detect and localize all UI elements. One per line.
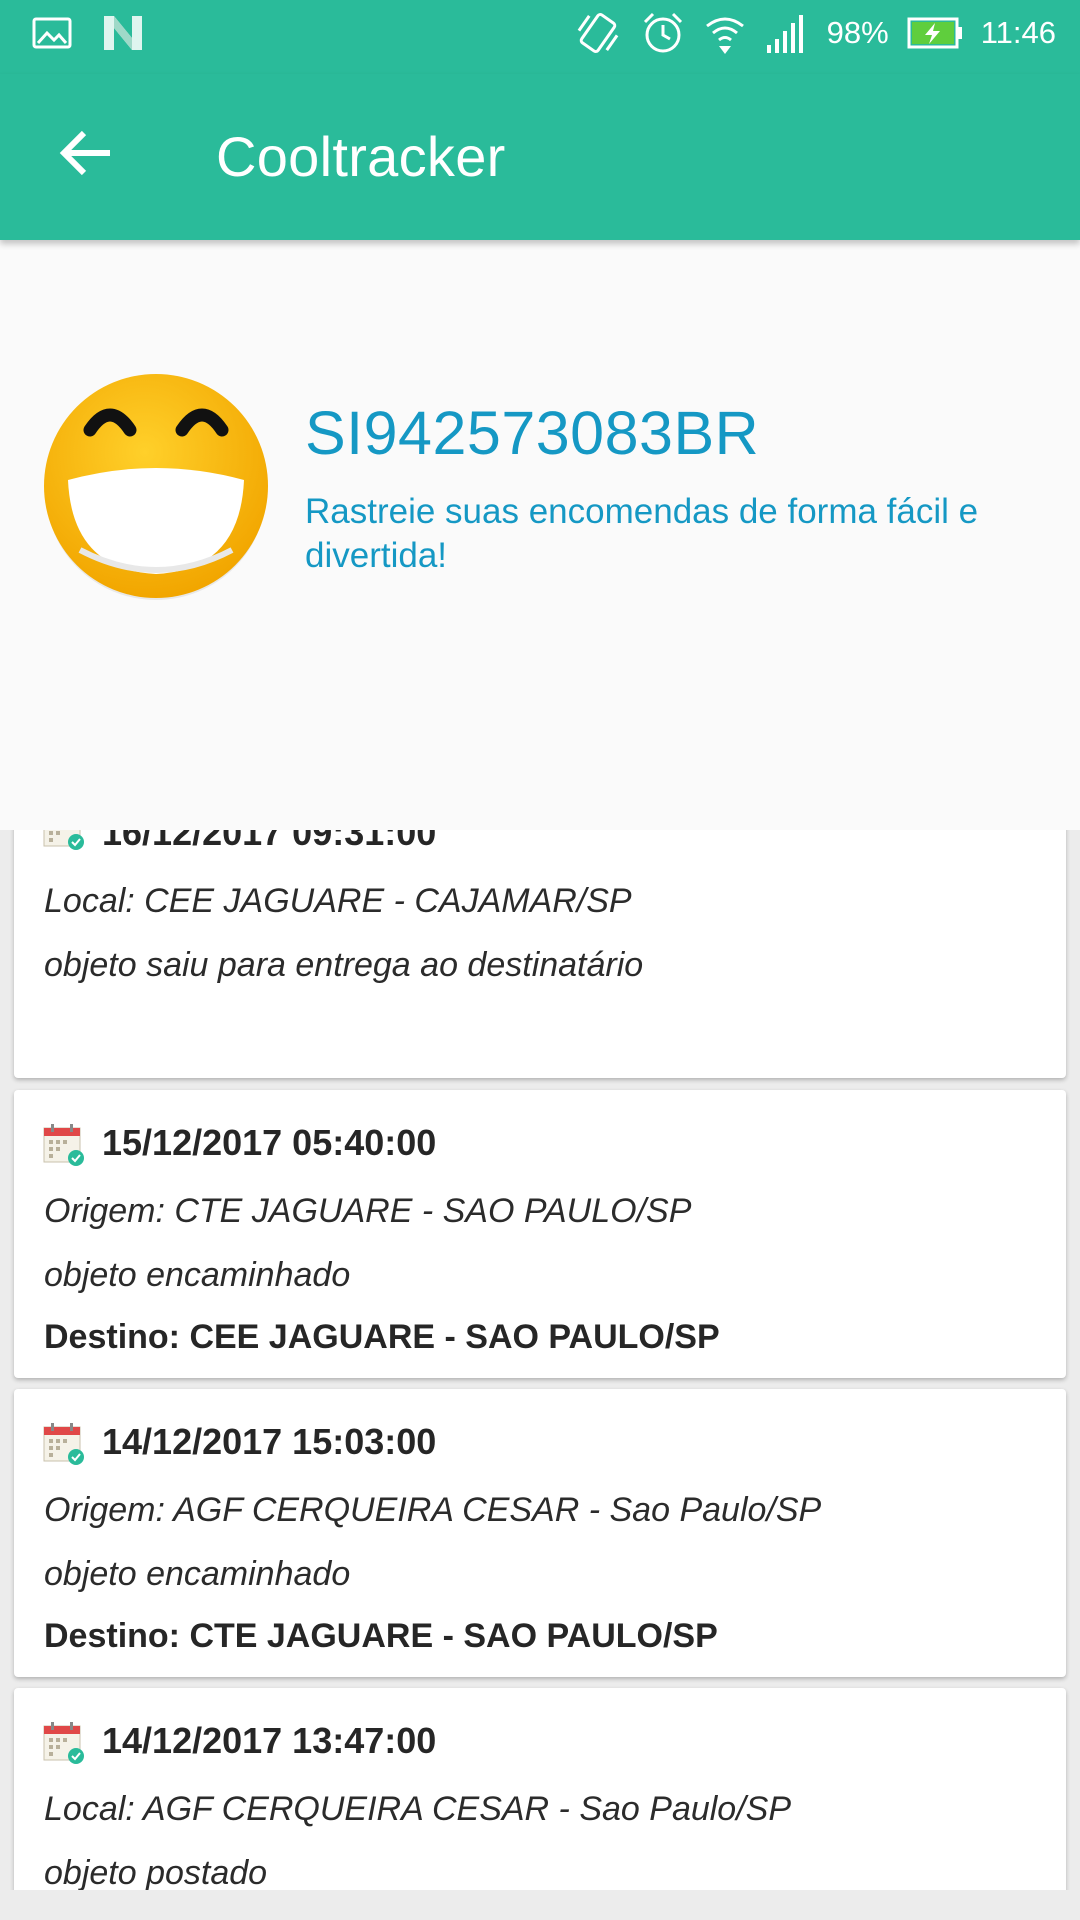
tracking-header: SI942573083BR Rastreie suas encomendas d… <box>0 240 1080 830</box>
event-status: objeto postado <box>44 1854 268 1892</box>
event-datetime: 15/12/2017 05:40:00 <box>102 1122 437 1163</box>
alarm-icon <box>641 10 685 56</box>
arrow-left-icon <box>59 130 110 176</box>
event-destination: Destino: CEE JAGUARE - SAO PAULO/SP <box>44 1318 720 1356</box>
image-icon <box>32 16 72 50</box>
event-status: objeto encaminhado <box>44 1555 351 1593</box>
event-status: objeto saiu para entrega ao destinatário <box>44 946 644 984</box>
calendar-check-icon <box>43 1423 84 1465</box>
battery-percent: 98% <box>826 15 889 50</box>
event-location: Origem: CTE JAGUARE - SAO PAULO/SP <box>44 1192 692 1230</box>
clock: 11:46 <box>980 15 1056 50</box>
status-bar: 98% 11:46 <box>0 0 1080 74</box>
calendar-check-icon <box>43 1722 84 1764</box>
event-datetime: 14/12/2017 13:47:00 <box>102 1720 437 1761</box>
battery-charging-icon <box>907 16 963 50</box>
tagline: Rastreie suas encomendas de forma fácil … <box>305 492 979 575</box>
n-notification-icon <box>102 14 144 52</box>
bottom-edge <box>0 1890 1080 1920</box>
back-button[interactable] <box>46 118 126 188</box>
wifi-icon <box>703 10 747 56</box>
app-title: Cooltracker <box>216 125 506 188</box>
calendar-check-icon <box>43 830 84 850</box>
event-card: 15/12/2017 05:40:00 Origem: CTE JAGUARE … <box>14 1090 1066 1378</box>
signal-icon <box>765 11 809 55</box>
event-location: Local: CEE JAGUARE - CAJAMAR/SP <box>44 882 632 920</box>
event-card: 16/12/2017 09:31:00 Local: CEE JAGUARE -… <box>14 830 1066 1078</box>
event-card: 14/12/2017 13:47:00 Local: AGF CERQUEIRA… <box>14 1688 1066 1920</box>
tracking-event-list[interactable]: 16/12/2017 09:31:00 Local: CEE JAGUARE -… <box>0 830 1080 1920</box>
event-location: Local: AGF CERQUEIRA CESAR - Sao Paulo/S… <box>44 1790 792 1828</box>
event-card: 14/12/2017 15:03:00 Origem: AGF CERQUEIR… <box>14 1389 1066 1677</box>
grinning-smiley-icon <box>44 374 268 600</box>
tracking-code: SI942573083BR <box>305 399 760 467</box>
event-datetime: 16/12/2017 09:31:00 <box>102 830 437 853</box>
event-status: objeto encaminhado <box>44 1256 351 1294</box>
event-datetime: 14/12/2017 15:03:00 <box>102 1421 437 1462</box>
event-destination: Destino: CTE JAGUARE - SAO PAULO/SP <box>44 1617 718 1655</box>
event-location: Origem: AGF CERQUEIRA CESAR - Sao Paulo/… <box>44 1491 822 1529</box>
app-bar: Cooltracker <box>0 74 1080 240</box>
calendar-check-icon <box>43 1124 84 1166</box>
vibrate-icon <box>573 10 623 56</box>
